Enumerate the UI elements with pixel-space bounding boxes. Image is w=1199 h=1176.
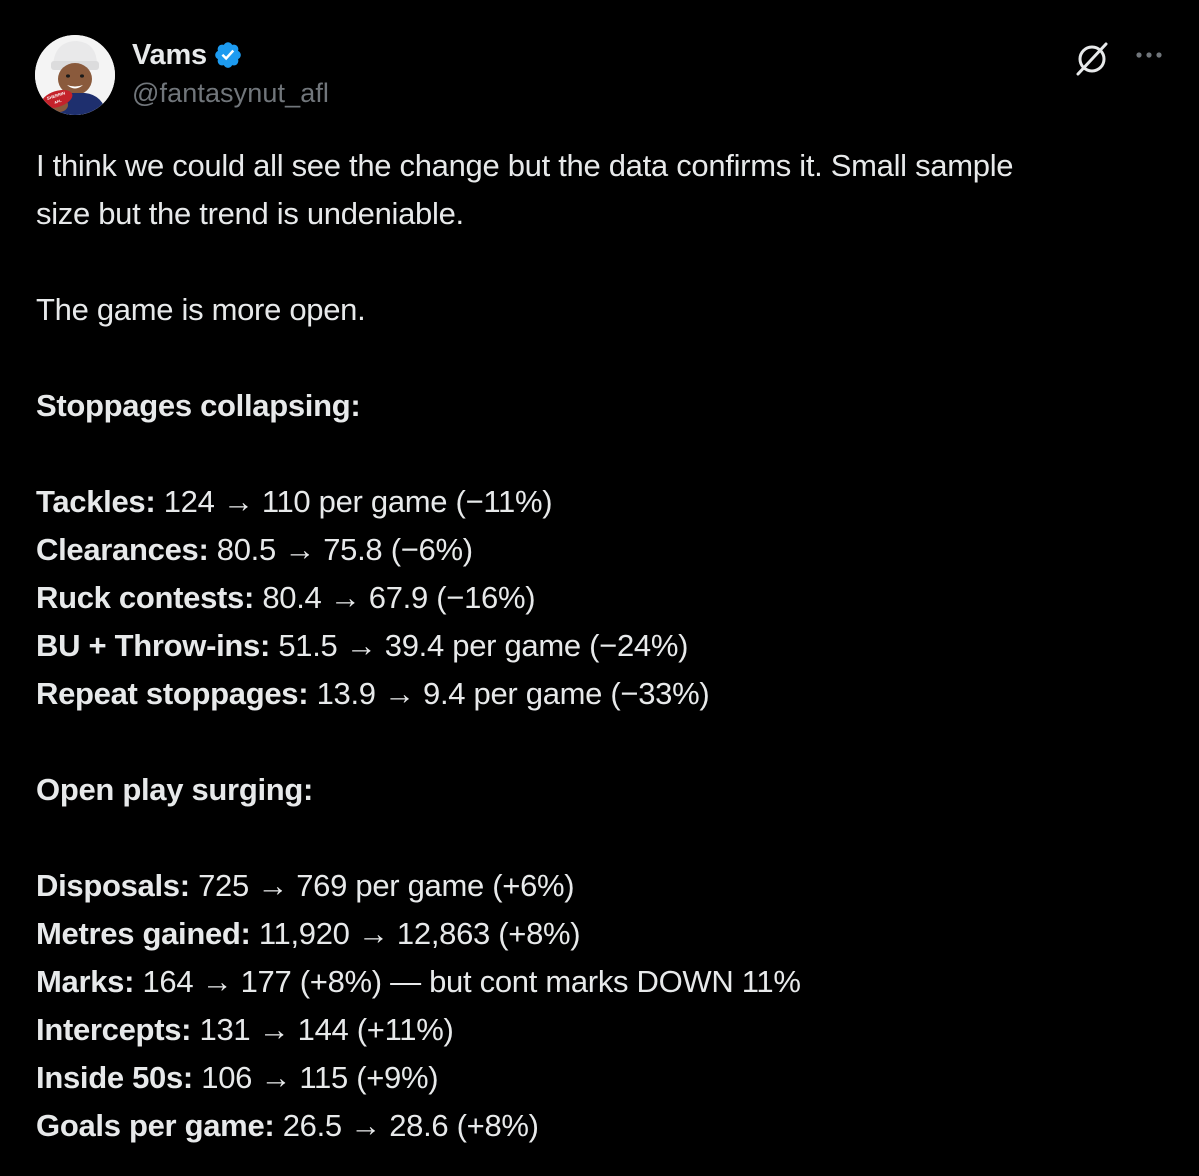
- stat-row-disposals: Disposals: 725 → 769 per game (+6%): [36, 862, 1176, 910]
- stat-value: 11,920 → 12,863 (+8%): [250, 916, 581, 951]
- avatar-image: SHERRIN AFL: [35, 35, 115, 115]
- section-heading-stoppages: Stoppages collapsing:: [36, 388, 361, 423]
- stat-label: Disposals:: [36, 868, 190, 903]
- stat-value: 725 → 769 per game (+6%): [189, 868, 575, 903]
- tweet: SHERRIN AFL Vams @fantasynut_afl I think…: [0, 0, 1199, 1176]
- stat-label: Tackles:: [36, 484, 156, 519]
- stat-value: 26.5 → 28.6 (+8%): [274, 1108, 539, 1143]
- stat-value: 164 → 177 (+8%) — but cont marks DOWN 11…: [134, 964, 801, 999]
- stat-value: 51.5 → 39.4 per game (−24%): [270, 628, 689, 663]
- stat-value: 124 → 110 per game (−11%): [155, 484, 553, 519]
- stat-value: 13.9 → 9.4 per game (−33%): [308, 676, 710, 711]
- stat-row-marks: Marks: 164 → 177 (+8%) — but cont marks …: [36, 958, 1176, 1006]
- verified-badge-icon: [213, 40, 243, 70]
- stat-row-tackles: Tackles: 124 → 110 per game (−11%): [36, 478, 1176, 526]
- section-heading-open-play: Open play surging:: [36, 772, 314, 807]
- more-icon[interactable]: [1130, 40, 1168, 70]
- tweet-text-line: size but the trend is undeniable.: [36, 196, 464, 231]
- stat-label: Goals per game:: [36, 1108, 275, 1143]
- stat-label: Clearances:: [36, 532, 209, 567]
- avatar[interactable]: SHERRIN AFL: [35, 35, 115, 115]
- tweet-statement: The game is more open.: [36, 292, 366, 327]
- author-name-row: Vams: [132, 36, 243, 74]
- tweet-text: I think we could all see the change but …: [36, 142, 1176, 1150]
- stat-label: Marks:: [36, 964, 135, 999]
- stat-label: Metres gained:: [36, 916, 251, 951]
- stat-row-repeat-stoppages: Repeat stoppages: 13.9 → 9.4 per game (−…: [36, 670, 1176, 718]
- stat-row-goals-per-game: Goals per game: 26.5 → 28.6 (+8%): [36, 1102, 1176, 1150]
- stat-label: Repeat stoppages:: [36, 676, 309, 711]
- stat-value: 131 → 144 (+11%): [191, 1012, 454, 1047]
- stat-label: Ruck contests:: [36, 580, 255, 615]
- stat-row-metres-gained: Metres gained: 11,920 → 12,863 (+8%): [36, 910, 1176, 958]
- stat-label: Inside 50s:: [36, 1060, 193, 1095]
- author-handle[interactable]: @fantasynut_afl: [132, 78, 329, 109]
- stat-row-ruck-contests: Ruck contests: 80.4 → 67.9 (−16%): [36, 574, 1176, 622]
- stat-value: 106 → 115 (+9%): [192, 1060, 439, 1095]
- stat-value: 80.4 → 67.9 (−16%): [254, 580, 536, 615]
- stat-label: Intercepts:: [36, 1012, 192, 1047]
- stat-row-clearances: Clearances: 80.5 → 75.8 (−6%): [36, 526, 1176, 574]
- grok-icon[interactable]: [1072, 38, 1112, 78]
- stat-row-bu-throw-ins: BU + Throw-ins: 51.5 → 39.4 per game (−2…: [36, 622, 1176, 670]
- stat-row-inside-50s: Inside 50s: 106 → 115 (+9%): [36, 1054, 1176, 1102]
- author-name[interactable]: Vams: [132, 39, 207, 72]
- tweet-text-line: I think we could all see the change but …: [36, 148, 1014, 183]
- stat-label: BU + Throw-ins:: [36, 628, 271, 663]
- stat-row-intercepts: Intercepts: 131 → 144 (+11%): [36, 1006, 1176, 1054]
- stat-value: 80.5 → 75.8 (−6%): [208, 532, 473, 567]
